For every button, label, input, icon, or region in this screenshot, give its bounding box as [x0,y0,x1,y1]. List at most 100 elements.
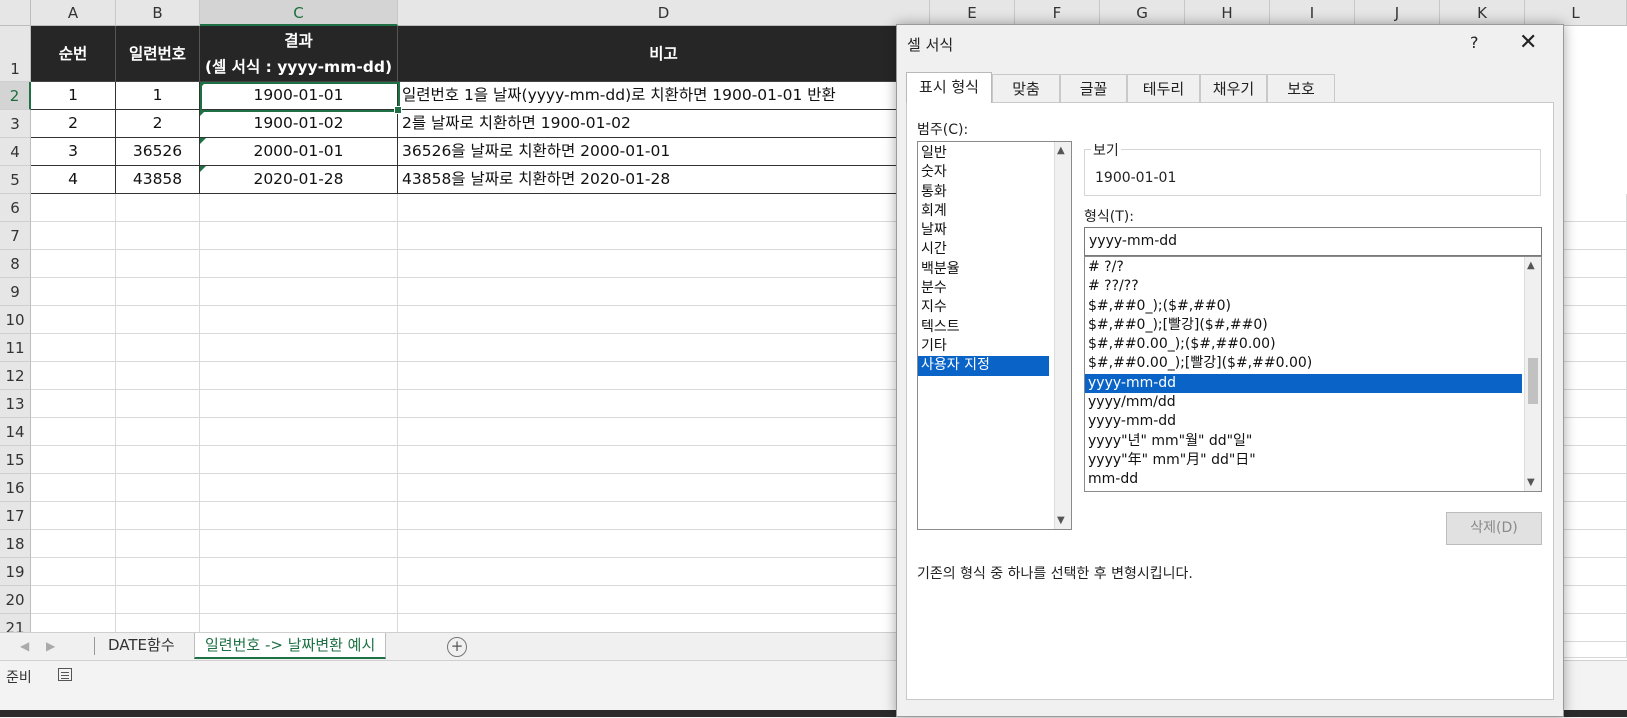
row-header-2[interactable]: 2 [0,82,31,110]
cell[interactable] [200,334,398,362]
category-item[interactable]: 백분율 [918,260,1049,279]
cell-note-row4[interactable]: 36526을 날짜로 치환하면 2000-01-01 [398,138,930,166]
cell[interactable] [116,446,200,474]
scroll-up-icon[interactable]: ▲ [1057,145,1065,156]
cell-seq-row5[interactable]: 4 [31,166,116,194]
category-item[interactable]: 숫자 [918,163,1049,182]
scroll-up-icon[interactable]: ▲ [1527,260,1535,271]
close-icon[interactable]: ✕ [1519,30,1537,55]
row-header-19[interactable]: 19 [0,558,31,586]
cell[interactable] [200,306,398,334]
category-item[interactable]: 시간 [918,240,1049,259]
cell-serial-row5[interactable]: 43858 [116,166,200,194]
row-header-4[interactable]: 4 [0,138,31,166]
format-item[interactable]: yyyy/mm/dd [1085,393,1522,412]
cell[interactable] [116,250,200,278]
row-header-8[interactable]: 8 [0,250,31,278]
row-header-12[interactable]: 12 [0,362,31,390]
cell[interactable] [398,306,930,334]
scroll-down-icon[interactable]: ▼ [1057,515,1065,526]
row-header-20[interactable]: 20 [0,586,31,614]
category-item[interactable]: 분수 [918,279,1049,298]
format-list[interactable]: # ?/? # ??/?? $#,##0_);($#,##0) $#,##0_);[빨… [1084,256,1542,492]
cell[interactable] [398,222,930,250]
cell[interactable] [398,558,930,586]
column-header-c[interactable]: C [200,0,398,26]
cell[interactable] [200,250,398,278]
cell[interactable] [31,362,116,390]
category-item[interactable]: 텍스트 [918,318,1049,337]
row-header-15[interactable]: 15 [0,446,31,474]
category-item[interactable]: 통화 [918,183,1049,202]
cell[interactable] [200,446,398,474]
header-cell-note[interactable]: 비고 [398,26,930,82]
cell[interactable] [398,390,930,418]
help-icon[interactable]: ? [1470,33,1479,52]
cell[interactable] [116,474,200,502]
format-item[interactable]: yyyy"年" mm"月" dd"日" [1085,451,1522,470]
cell-serial-row3[interactable]: 2 [116,110,200,138]
cell[interactable] [31,418,116,446]
cell[interactable] [31,194,116,222]
cell[interactable] [398,446,930,474]
cell[interactable] [116,418,200,446]
tab-fill[interactable]: 채우기 [1200,74,1267,102]
row-header-13[interactable]: 13 [0,390,31,418]
cell-seq-row3[interactable]: 2 [31,110,116,138]
scroll-tabs-right-icon[interactable]: ▶ [46,639,55,653]
tab-protection[interactable]: 보호 [1267,74,1335,102]
row-header-10[interactable]: 10 [0,306,31,334]
tab-font[interactable]: 글꼴 [1060,74,1127,102]
cell[interactable] [200,558,398,586]
cell[interactable] [31,474,116,502]
cell[interactable] [31,334,116,362]
tab-number[interactable]: 표시 형식 [906,72,992,103]
cell[interactable] [398,278,930,306]
column-header-j[interactable]: J [1355,0,1440,26]
cell[interactable] [116,194,200,222]
cell[interactable] [398,362,930,390]
format-item[interactable]: $#,##0.00_);[빨강]($#,##0.00) [1085,354,1522,373]
cell[interactable] [31,502,116,530]
header-cell-seq[interactable]: 순번 [31,26,116,82]
format-item[interactable]: yyyy-mm-dd [1085,373,1522,394]
cell-note-row3[interactable]: 2를 날짜로 치환하면 1900-01-02 [398,110,930,138]
format-item[interactable]: $#,##0_);[빨강]($#,##0) [1085,316,1522,335]
cell[interactable] [398,250,930,278]
column-header-h[interactable]: H [1185,0,1270,26]
cell[interactable] [200,474,398,502]
cell-note-row5[interactable]: 43858을 날짜로 치환하면 2020-01-28 [398,166,930,194]
cell[interactable] [200,502,398,530]
column-header-a[interactable]: A [31,0,116,26]
cell[interactable] [200,418,398,446]
cell-seq-row2[interactable]: 1 [31,82,116,110]
cell[interactable] [31,446,116,474]
row-header-9[interactable]: 9 [0,278,31,306]
column-header-i[interactable]: I [1270,0,1355,26]
category-item[interactable]: 사용자 지정 [918,356,1049,376]
macro-record-icon[interactable] [58,668,72,681]
cell[interactable] [200,362,398,390]
cell[interactable] [398,334,930,362]
add-sheet-button[interactable]: + [447,637,467,657]
format-item[interactable]: # ??/?? [1085,277,1522,296]
format-item[interactable]: $#,##0_);($#,##0) [1085,297,1522,316]
cell[interactable] [398,502,930,530]
cell[interactable] [116,278,200,306]
format-item[interactable]: mm-dd [1085,470,1522,489]
cell[interactable] [116,306,200,334]
cell[interactable] [31,222,116,250]
cell[interactable] [398,194,930,222]
row-header-18[interactable]: 18 [0,530,31,558]
cell[interactable] [31,586,116,614]
cell[interactable] [200,390,398,418]
cell[interactable] [31,390,116,418]
column-header-b[interactable]: B [116,0,200,26]
cell[interactable] [31,558,116,586]
cell[interactable] [116,334,200,362]
tab-alignment[interactable]: 맞춤 [992,74,1060,102]
format-item[interactable]: # ?/? [1085,258,1522,277]
cell[interactable] [200,222,398,250]
scrollbar-thumb[interactable] [1528,358,1538,404]
row-header-16[interactable]: 16 [0,474,31,502]
